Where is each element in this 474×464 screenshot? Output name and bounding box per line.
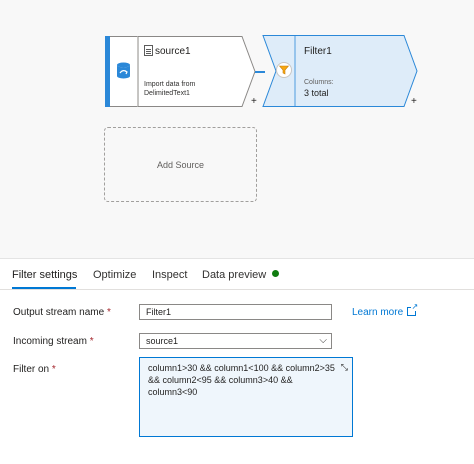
- status-dot-icon: [272, 270, 280, 277]
- expand-icon[interactable]: ⤡: [341, 361, 348, 373]
- filter-node-columns-value: 3 total: [304, 88, 329, 98]
- source-node-description: Import data from DelimitedText1: [144, 81, 196, 97]
- incoming-stream-label: Incoming stream *: [13, 336, 94, 347]
- external-link-icon: [407, 302, 419, 316]
- filter-node-columns-label: Columns:: [304, 79, 334, 86]
- tab-separator: [0, 289, 474, 290]
- settings-tabs: Filter settings Optimize Inspect Data pr…: [0, 264, 474, 288]
- filter-on-label: Filter on *: [13, 364, 56, 375]
- filter-expression-editor[interactable]: column1>30 && column1<100 && column2>35 …: [139, 357, 353, 437]
- canvas-divider: [0, 258, 474, 259]
- funnel-icon: [279, 65, 289, 75]
- output-stream-input[interactable]: Filter1: [139, 304, 332, 320]
- tab-data-preview[interactable]: Data preview: [202, 269, 280, 281]
- output-stream-label: Output stream name *: [13, 307, 111, 318]
- source-add-transform-button[interactable]: +: [251, 96, 257, 107]
- incoming-stream-select[interactable]: source1 ⌵: [139, 333, 332, 349]
- learn-more-link[interactable]: Learn more: [352, 302, 419, 318]
- filter-add-transform-button[interactable]: +: [411, 96, 417, 107]
- tab-filter-settings[interactable]: Filter settings: [12, 269, 77, 281]
- add-source-label: Add Source: [156, 159, 205, 170]
- tab-optimize[interactable]: Optimize: [93, 269, 136, 281]
- filter-node-title: Filter1: [304, 46, 332, 57]
- file-icon: [144, 45, 153, 56]
- source-node-title: source1: [155, 46, 191, 57]
- chevron-down-icon: ⌵: [319, 335, 327, 346]
- database-icon: [117, 62, 130, 79]
- tab-inspect[interactable]: Inspect: [152, 269, 187, 281]
- add-source-button[interactable]: Add Source: [104, 127, 257, 202]
